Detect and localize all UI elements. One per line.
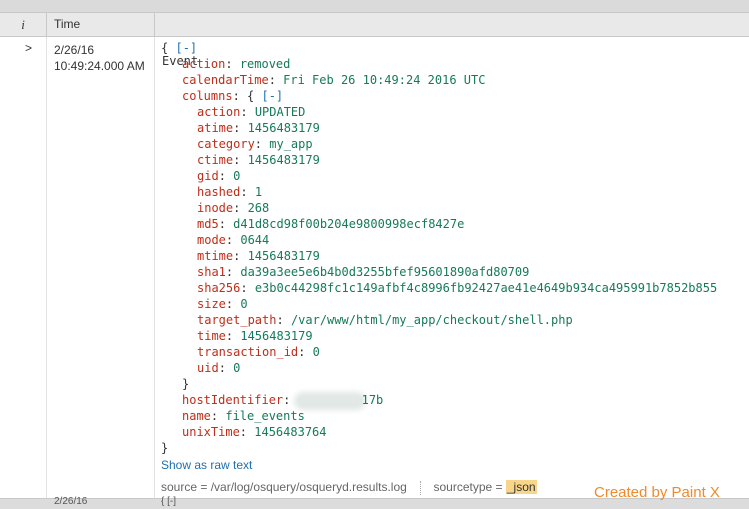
results-table-header: i Time Event bbox=[0, 12, 749, 68]
json-value[interactable]: 0644 bbox=[240, 233, 269, 247]
json-column-field: gid: 0 bbox=[197, 169, 241, 183]
json-key[interactable]: md5 bbox=[197, 217, 219, 231]
json-field-name: name: file_events bbox=[182, 409, 305, 423]
json-column-field: transaction_id: 0 bbox=[197, 345, 320, 359]
json-key[interactable]: time bbox=[197, 329, 226, 343]
json-value[interactable]: da39a3ee5e6b4b0d3255bfef95601890afd80709 bbox=[240, 265, 529, 279]
json-value[interactable]: 1456483179 bbox=[248, 249, 320, 263]
json-key[interactable]: size bbox=[197, 297, 226, 311]
sourcetype-value[interactable]: _json bbox=[505, 480, 537, 494]
column-divider bbox=[154, 13, 155, 36]
json-columns-close: } bbox=[182, 377, 190, 391]
json-column-field: ctime: 1456483179 bbox=[197, 153, 320, 167]
redacted-value bbox=[297, 395, 362, 406]
json-column-field: action: UPDATED bbox=[197, 105, 306, 119]
json-value[interactable]: d41d8cd98f00b204e9800998ecf8427e bbox=[233, 217, 464, 231]
column-divider bbox=[46, 37, 47, 498]
show-raw-text-link[interactable]: Show as raw text bbox=[161, 458, 252, 472]
event-time: 10:49:24.000 AM bbox=[54, 59, 145, 73]
json-field-unixtime: unixTime: 1456483764 bbox=[182, 425, 327, 439]
event-date: 2/26/16 bbox=[54, 43, 95, 57]
json-column-field: atime: 1456483179 bbox=[197, 121, 320, 135]
json-field-action: action: removed bbox=[182, 57, 291, 71]
json-value[interactable]: 268 bbox=[248, 201, 270, 215]
event-metadata: source = /var/log/osquery/osqueryd.resul… bbox=[161, 480, 537, 495]
json-value[interactable]: 1 bbox=[255, 185, 262, 199]
top-strip bbox=[0, 0, 749, 12]
json-column-field: time: 1456483179 bbox=[197, 329, 313, 343]
json-key[interactable]: sha256 bbox=[197, 281, 240, 295]
json-value[interactable]: 0 bbox=[313, 345, 320, 359]
expand-row-icon[interactable]: > bbox=[25, 41, 32, 55]
json-key[interactable]: mode bbox=[197, 233, 226, 247]
json-value[interactable]: 0 bbox=[233, 169, 240, 183]
columns-list: action: UPDATED atime: 1456483179 category… bbox=[161, 104, 717, 376]
next-row-date: 2/26/16 bbox=[54, 496, 88, 507]
json-key[interactable]: uid bbox=[197, 361, 219, 375]
json-column-field: inode: 268 bbox=[197, 201, 270, 215]
json-root-close: } bbox=[161, 441, 169, 455]
json-key[interactable]: inode bbox=[197, 201, 233, 215]
json-root-open: { [-] bbox=[161, 41, 198, 55]
json-column-field: md5: d41d8cd98f00b204e9800998ecf8427e bbox=[197, 217, 465, 231]
json-key[interactable]: transaction_id bbox=[197, 345, 298, 359]
json-column-field: mode: 0644 bbox=[197, 233, 270, 247]
json-key[interactable]: atime bbox=[197, 121, 233, 135]
json-column-field: hashed: 1 bbox=[197, 185, 263, 199]
collapse-toggle[interactable]: [-] bbox=[261, 89, 283, 103]
json-column-field: size: 0 bbox=[197, 297, 248, 311]
json-value[interactable]: 0 bbox=[240, 297, 247, 311]
json-value[interactable]: e3b0c44298fc1c149afbf4c8996fb92427ae41e4… bbox=[255, 281, 717, 295]
json-key[interactable]: gid bbox=[197, 169, 219, 183]
watermark: Created by Paint X bbox=[594, 484, 720, 501]
json-column-field: sha256: e3b0c44298fc1c149afbf4c8996fb924… bbox=[197, 281, 718, 295]
json-key[interactable]: action bbox=[197, 105, 240, 119]
json-column-field: uid: 0 bbox=[197, 361, 241, 375]
event-timestamp: 2/26/16 10:49:24.000 AM bbox=[54, 42, 145, 74]
json-column-field: target_path: /var/www/html/my_app/checko… bbox=[197, 313, 573, 327]
json-value[interactable]: my_app bbox=[269, 137, 312, 151]
field-divider bbox=[420, 480, 422, 495]
source-value[interactable]: /var/log/osquery/osqueryd.results.log bbox=[211, 480, 407, 494]
json-column-field: sha1: da39a3ee5e6b4b0d3255bfef95601890af… bbox=[197, 265, 530, 279]
json-key[interactable]: ctime bbox=[197, 153, 233, 167]
sourcetype-label: sourcetype = bbox=[433, 480, 506, 494]
json-value[interactable]: /var/www/html/my_app/checkout/shell.php bbox=[291, 313, 573, 327]
json-field-columns: columns: { [-] bbox=[182, 89, 284, 103]
json-value[interactable]: 1456483179 bbox=[240, 329, 312, 343]
json-value[interactable]: UPDATED bbox=[255, 105, 306, 119]
json-value[interactable]: 1456483179 bbox=[248, 153, 320, 167]
time-column-header[interactable]: Time bbox=[46, 13, 154, 36]
json-value[interactable]: 1456483179 bbox=[248, 121, 320, 135]
source-label: source = bbox=[161, 480, 211, 494]
next-row-event: { [-] bbox=[161, 496, 177, 507]
json-column-field: category: my_app bbox=[197, 137, 313, 151]
json-field-calendartime: calendarTime: Fri Feb 26 10:49:24 2016 U… bbox=[182, 73, 486, 87]
json-key[interactable]: hashed bbox=[197, 185, 240, 199]
json-key[interactable]: target_path bbox=[197, 313, 276, 327]
json-key[interactable]: mtime bbox=[197, 249, 233, 263]
json-key[interactable]: sha1 bbox=[197, 265, 226, 279]
column-divider bbox=[154, 37, 155, 498]
event-json: { [-] action: removed calendarTime: Fri … bbox=[161, 40, 717, 456]
info-column-header: i bbox=[21, 17, 25, 32]
json-field-hostidentifier: hostIdentifier: 17b bbox=[182, 393, 384, 407]
collapse-toggle[interactable]: [-] bbox=[175, 41, 197, 55]
json-column-field: mtime: 1456483179 bbox=[197, 249, 320, 263]
json-value[interactable]: 0 bbox=[233, 361, 240, 375]
json-key[interactable]: category bbox=[197, 137, 255, 151]
